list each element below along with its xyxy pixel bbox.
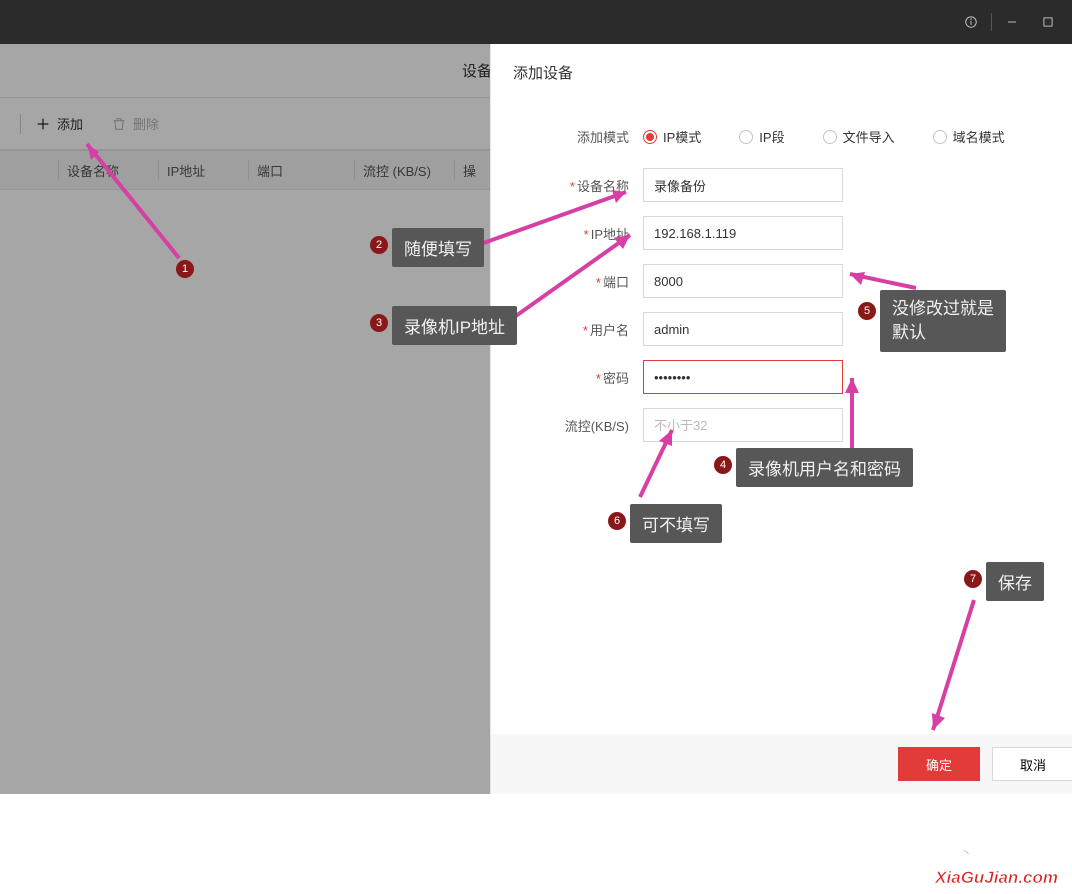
add-button-label: 添加 [57, 114, 83, 133]
device-name-input[interactable] [643, 168, 843, 202]
username-input[interactable] [643, 312, 843, 346]
delete-device-button: 删除 [111, 114, 159, 133]
mode-ip[interactable]: IP模式 [643, 127, 701, 146]
titlebar-separator [991, 13, 992, 31]
col-op: 操 [454, 160, 484, 180]
add-mode-row: 添加模式 IP模式 IP段 文件导入 域名模式 [491, 111, 1072, 168]
col-ip: IP地址 [158, 160, 248, 180]
flow-control-input[interactable] [643, 408, 843, 442]
col-device-name: 设备名称 [58, 160, 158, 180]
add-mode-label: 添加模式 [491, 127, 643, 146]
radio-dot-icon [643, 130, 657, 144]
col-flow: 流控 (KB/S) [354, 160, 454, 180]
mode-ip-range[interactable]: IP段 [739, 127, 784, 146]
plus-icon [35, 116, 51, 132]
mode-file-import[interactable]: 文件导入 [823, 127, 895, 146]
mode-domain[interactable]: 域名模式 [933, 127, 1005, 146]
tab-devices-label: 设备 [462, 60, 492, 81]
minimize-icon[interactable] [994, 0, 1030, 44]
trash-icon [111, 116, 127, 132]
ok-button[interactable]: 确定 [898, 747, 980, 781]
toolbar-divider [20, 114, 21, 134]
password-input[interactable] [643, 360, 843, 394]
port-input[interactable] [643, 264, 843, 298]
col-port: 端口 [248, 160, 354, 180]
watermark-en: XiaGuJian.com [935, 868, 1058, 888]
delete-button-label: 删除 [133, 114, 159, 133]
info-icon[interactable] [953, 0, 989, 44]
ip-address-input[interactable] [643, 216, 843, 250]
radio-dot-icon [933, 130, 947, 144]
panel-title: 添加设备 [491, 44, 1072, 101]
cancel-button[interactable]: 取消 [992, 747, 1072, 781]
add-device-button[interactable]: 添加 [35, 114, 83, 133]
watermark-cn: 下固件网 [935, 833, 1058, 868]
window-titlebar [0, 0, 1072, 44]
radio-dot-icon [739, 130, 753, 144]
panel-footer: 确定 取消 [491, 734, 1072, 794]
add-device-panel: 添加设备 添加模式 IP模式 IP段 文件导入 域名模式 *设备名称 *IP地址… [490, 44, 1072, 794]
watermark: 下固件网 XiaGuJian.com [935, 833, 1058, 888]
radio-dot-icon [823, 130, 837, 144]
maximize-icon[interactable] [1030, 0, 1066, 44]
